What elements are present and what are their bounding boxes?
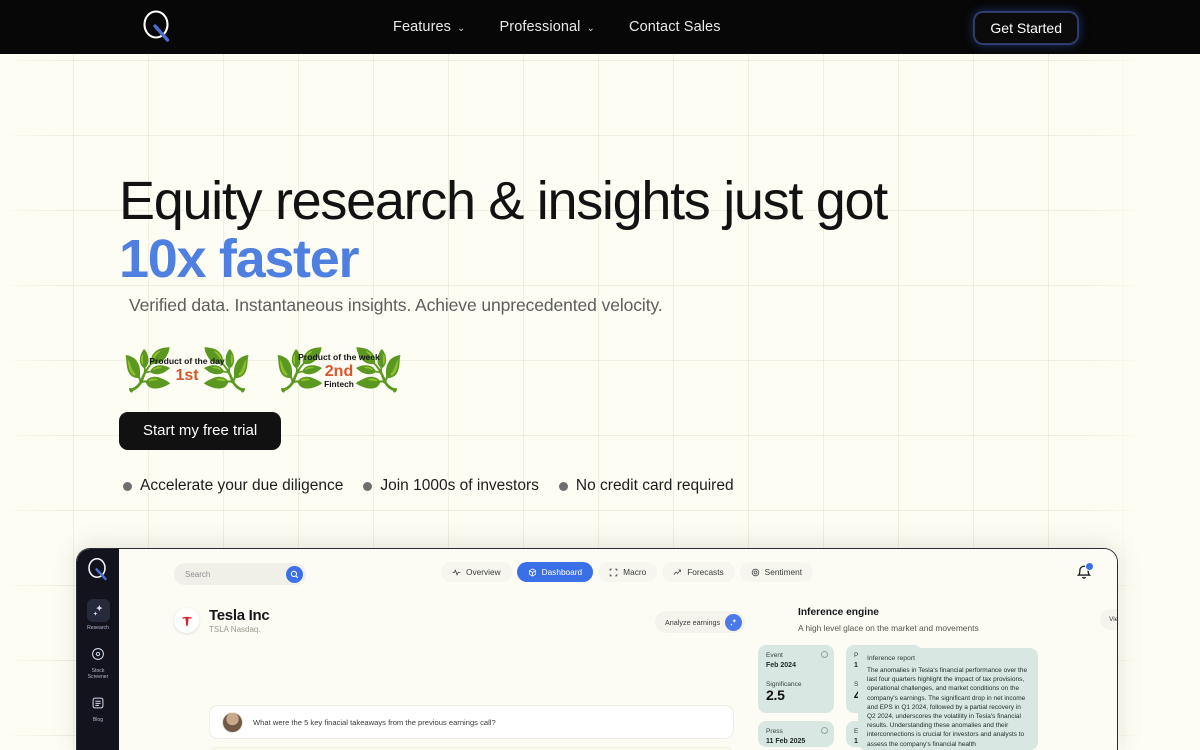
nav-item-contact-sales[interactable]: Contact Sales	[629, 19, 721, 35]
feature-label: Accelerate your due diligence	[140, 477, 344, 494]
badge-category: Fintech	[324, 378, 354, 389]
inference-report-card: Inference report The anomalies in Tesla'…	[858, 648, 1038, 750]
get-started-button[interactable]: Get Started	[974, 12, 1078, 44]
sparkle-icon	[725, 613, 743, 631]
nav-links: Features ⌄ Professional ⌄ Contact Sales	[393, 0, 721, 54]
company-name: Tesla Inc	[209, 607, 270, 624]
sidebar-item-blog-label: Blog	[92, 717, 104, 723]
nav-item-professional-label: Professional	[499, 19, 581, 35]
event-card[interactable]: Press 11 Feb 2025	[758, 721, 834, 747]
sidebar-item-stock-screener-label: Stock Screener	[87, 668, 109, 680]
headline-accent: 10x faster	[119, 229, 359, 289]
sidebar-item-blog[interactable]: Blog	[81, 691, 115, 723]
pulse-icon	[452, 568, 461, 576]
info-icon[interactable]	[821, 651, 828, 658]
bullet-icon	[363, 481, 373, 491]
inference-report-body: The anomalies in Tesla's financial perfo…	[867, 667, 1028, 748]
nav-item-features[interactable]: Features ⌄	[393, 19, 466, 35]
chat-message-text: What were the 5 key finacial takeaways f…	[253, 717, 496, 727]
tab-forecasts-label: Forecasts	[687, 567, 724, 577]
tab-sentiment[interactable]: Sentiment	[739, 562, 814, 582]
app-toolbar: Search Overview Dashboard Macro Forecast…	[119, 549, 1117, 599]
tab-forecasts[interactable]: Forecasts	[662, 562, 735, 582]
inference-report-title: Inference report	[867, 655, 915, 662]
badge-title: Product of the week	[298, 351, 380, 362]
sidebar-item-stock-screener[interactable]: Stock Screener	[81, 642, 115, 680]
nav-item-features-label: Features	[393, 19, 452, 35]
bell-icon[interactable]	[1075, 562, 1094, 583]
feature-label: Join 1000s of investors	[380, 477, 539, 494]
brand-logo-icon[interactable]	[140, 9, 174, 45]
badge-product-of-the-day[interactable]: 🌿 🌿 Product of the day 1st	[122, 346, 252, 394]
info-icon[interactable]	[821, 727, 828, 734]
inference-engine-subtitle: A high level glace on the market and mov…	[798, 623, 979, 633]
bullet-icon	[558, 481, 568, 491]
start-free-trial-button[interactable]: Start my free trial	[119, 412, 282, 450]
app-brand-logo-icon[interactable]	[86, 557, 110, 583]
event-kind: Press	[766, 728, 783, 735]
tab-dashboard[interactable]: Dashboard	[516, 562, 594, 582]
gauge-icon	[751, 568, 759, 576]
bullet-icon	[123, 481, 132, 491]
page-title: Equity research & insights just got 10x …	[119, 172, 1019, 288]
avatar	[222, 711, 243, 733]
chevron-down-icon: ⌄	[586, 22, 595, 34]
tab-dashboard-label: Dashboard	[541, 567, 583, 577]
inference-engine-title: Inference engine	[798, 607, 879, 618]
feature-label: No credit card required	[575, 477, 734, 494]
feature-item-due-diligence: Accelerate your due diligence	[123, 477, 343, 495]
tab-sentiment-label: Sentiment	[764, 567, 803, 577]
sidebar-item-research[interactable]: Research	[81, 599, 115, 631]
chat-message-user: What were the 5 key finacial takeaways f…	[209, 705, 734, 739]
sparkle-icon	[86, 599, 110, 622]
event-kind: Event	[766, 652, 783, 659]
headline-line-1: Equity research & insights just got	[119, 171, 888, 231]
event-date: Feb 2024	[766, 662, 796, 669]
tab-macro[interactable]: Macro	[598, 562, 658, 582]
analyze-earnings-label: Analyze earnings	[665, 617, 721, 627]
nav-item-contact-sales-label: Contact Sales	[629, 19, 721, 35]
top-navigation-bar: Features ⌄ Professional ⌄ Contact Sales …	[0, 0, 1200, 54]
event-card[interactable]: Event Feb 2024 Significance 2.5	[758, 645, 834, 713]
analyze-earnings-button[interactable]: Analyze earnings	[655, 611, 746, 633]
app-tabs: Overview Dashboard Macro Forecasts Senti…	[441, 562, 814, 582]
notification-badge	[1085, 562, 1094, 571]
search-input[interactable]: Search	[174, 563, 306, 585]
feature-item-investors: Join 1000s of investors	[363, 477, 539, 495]
circle-target-icon	[87, 642, 110, 665]
company-ticker: TSLA Nasdaq.	[209, 625, 261, 634]
trend-up-icon	[673, 569, 682, 575]
badge-title: Product of the day	[149, 356, 225, 366]
search-icon[interactable]	[286, 565, 303, 583]
hero-subtitle: Verified data. Instantaneous insights. A…	[129, 295, 663, 315]
badge-rank: 1st	[175, 367, 199, 384]
nav-item-professional[interactable]: Professional ⌄	[500, 19, 595, 35]
view-report-button[interactable]: View report	[1100, 609, 1117, 630]
view-report-label: View report	[1109, 616, 1117, 623]
award-badges: 🌿 🌿 Product of the day 1st 🌿 🌿 Product o…	[122, 346, 404, 394]
tesla-logo	[174, 608, 199, 633]
feature-item-no-credit-card: No credit card required	[558, 477, 734, 495]
chevron-down-icon: ⌄	[457, 22, 466, 34]
app-sidebar: Research Stock Screener Blog	[77, 549, 119, 750]
list-icon	[87, 691, 110, 714]
cube-icon	[528, 567, 536, 577]
tab-macro-label: Macro	[623, 567, 647, 577]
search-placeholder: Search	[185, 569, 211, 579]
frame-icon	[609, 568, 618, 576]
tab-overview[interactable]: Overview	[441, 562, 512, 582]
event-date: 11 Feb 2025	[766, 738, 806, 745]
significance-value: 2.5	[766, 687, 785, 703]
sidebar-item-research-label: Research	[87, 625, 109, 631]
badge-rank: 2nd	[324, 362, 354, 380]
badge-product-of-the-week[interactable]: 🌿 🌿 Product of the week 2nd Fintech	[274, 346, 404, 394]
tab-overview-label: Overview	[466, 567, 501, 577]
company-header: Tesla Inc TSLA Nasdaq.	[174, 607, 270, 634]
hero-feature-list: Accelerate your due diligence Join 1000s…	[123, 477, 734, 495]
